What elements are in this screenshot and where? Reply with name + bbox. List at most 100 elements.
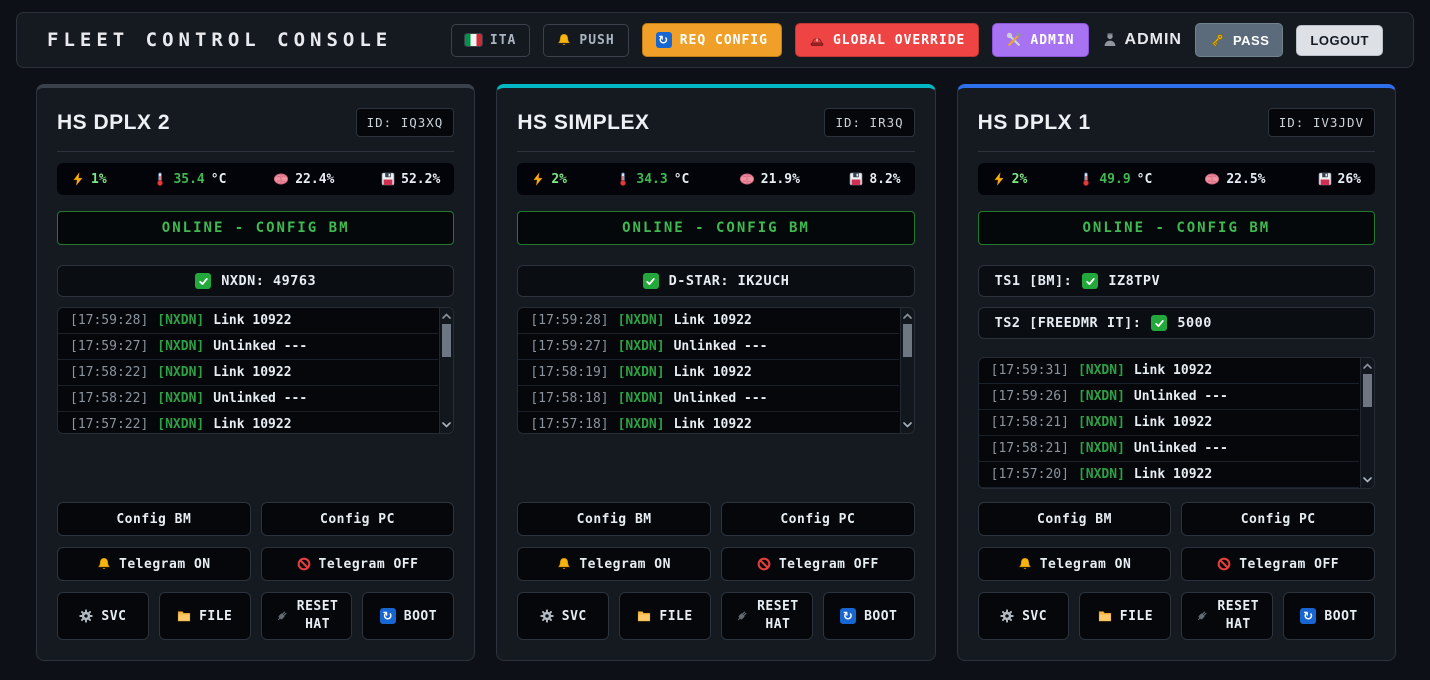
config-pc-label: Config PC [1241, 512, 1316, 527]
log-rows: [17:59:28][NXDN]Link 10922 [17:59:27] [NXD… [58, 308, 438, 434]
file-button[interactable]: FILE [1079, 592, 1171, 640]
reset-hat-button[interactable]: RESET HAT [721, 592, 813, 640]
log-msg: Link 10922 [1134, 467, 1212, 482]
log-tag: [NXDN] [1078, 415, 1125, 430]
language-label: ITA [490, 33, 516, 48]
file-button[interactable]: FILE [159, 592, 251, 640]
log-msg: Unlinked --- [1134, 441, 1228, 456]
boot-button[interactable]: ↻ BOOT [823, 592, 915, 640]
log-tag: [NXDN] [1078, 441, 1125, 456]
config-bm-button[interactable]: Config BM [517, 502, 711, 536]
network-status-row: TS2 [FREEDMR IT]:5000 [978, 307, 1375, 339]
config-pc-label: Config PC [780, 512, 855, 527]
log-scrollbar[interactable] [900, 308, 914, 433]
temperature-unit: °C [674, 172, 690, 187]
log-entry: [17:58:19][NXDN]Link 10922 [518, 360, 898, 386]
config-pc-button[interactable]: Config PC [261, 502, 455, 536]
global-override-label: GLOBAL OVERRIDE [833, 33, 965, 48]
config-bm-button[interactable]: Config BM [57, 502, 251, 536]
lightning-icon [71, 172, 85, 186]
scroll-up-arrow[interactable] [901, 309, 914, 323]
network-value: IZ8TPV [1108, 273, 1160, 289]
telegram-off-button[interactable]: Telegram OFF [1181, 547, 1375, 581]
push-button[interactable]: PUSH [543, 24, 628, 57]
disk-stat: 8.2% [849, 172, 900, 187]
scrollbar-thumb[interactable] [903, 324, 912, 357]
logout-button[interactable]: LOGOUT [1296, 25, 1383, 56]
log-time: [17:58:21] [991, 415, 1069, 430]
telegram-on-button[interactable]: Telegram ON [978, 547, 1172, 581]
folder-icon [637, 609, 651, 623]
telegram-off-button[interactable]: Telegram OFF [261, 547, 455, 581]
log-entry: [17:58:21] [NXDN] Unlinked --- [979, 436, 1359, 462]
admin-badge[interactable]: ADMIN [992, 23, 1088, 57]
reset-hat-button[interactable]: RESET HAT [1181, 592, 1273, 640]
reset-hat-label: RESET HAT [297, 598, 339, 633]
scrollbar-thumb[interactable] [1363, 374, 1372, 407]
language-button[interactable]: ITA [451, 24, 530, 57]
disk-value: 26% [1338, 172, 1361, 187]
telegram-off-button[interactable]: Telegram OFF [721, 547, 915, 581]
status-banner: ONLINE - CONFIG BM [978, 211, 1375, 245]
reset-hat-button[interactable]: RESET HAT [261, 592, 353, 640]
temperature-value: 49.9 [1099, 172, 1130, 187]
scroll-up-arrow[interactable] [440, 309, 453, 323]
boot-button[interactable]: ↻ BOOT [362, 592, 454, 640]
scroll-down-arrow[interactable] [901, 418, 914, 432]
scrollbar-thumb[interactable] [442, 324, 451, 357]
log-time: [17:58:21] [991, 441, 1069, 456]
device-card: HS DPLX 1 ID: IV3JDV 2% 49.9°C 22.5% 26%… [957, 84, 1396, 661]
svc-button[interactable]: SVC [978, 592, 1070, 640]
log-entry: [17:58:21][NXDN]Link 10922 [979, 410, 1359, 436]
network-rows: D-STAR: IK2UCH [517, 265, 914, 297]
telegram-on-button[interactable]: Telegram ON [517, 547, 711, 581]
log-entry: [17:59:27][NXDN]Unlinked --- [518, 334, 898, 360]
log-msg: Link 10922 [1134, 363, 1212, 378]
svc-button[interactable]: SVC [57, 592, 149, 640]
log-tag: [NXDN] [157, 365, 204, 380]
scroll-down-arrow[interactable] [1361, 473, 1374, 487]
status-banner: ONLINE - CONFIG BM [517, 211, 914, 245]
battery-stat: 2% [992, 172, 1028, 187]
log-scrollbar[interactable] [439, 308, 453, 433]
battery-value: 2% [551, 172, 567, 187]
log-entry: [17:57:20][NXDN]Link 10922 [979, 462, 1359, 488]
telegram-on-label: Telegram ON [579, 557, 671, 572]
log-time: [17:59:28] [70, 313, 148, 328]
admin-badge-label: ADMIN [1030, 33, 1074, 48]
log-time: [17:57:22] [70, 417, 148, 432]
log-entry: [17:57:18][NXDN]Link 10922 [518, 412, 898, 434]
scroll-down-arrow[interactable] [440, 418, 453, 432]
config-pc-button[interactable]: Config PC [1181, 502, 1375, 536]
svc-label: SVC [1022, 609, 1047, 624]
siren-icon [809, 32, 825, 48]
log-msg: Link 10922 [674, 417, 752, 432]
boot-button[interactable]: ↻ BOOT [1283, 592, 1375, 640]
network-status-row: NXDN: 49763 [57, 265, 454, 297]
config-bm-button[interactable]: Config BM [978, 502, 1172, 536]
telegram-on-button[interactable]: Telegram ON [57, 547, 251, 581]
brain-icon [739, 171, 755, 187]
global-override-button[interactable]: GLOBAL OVERRIDE [795, 23, 979, 57]
reset-hat-label: RESET HAT [1217, 598, 1259, 633]
scroll-up-arrow[interactable] [1361, 359, 1374, 373]
log-entry: [17:59:28][NXDN]Link 10922 [58, 308, 438, 334]
file-button[interactable]: FILE [619, 592, 711, 640]
config-pc-button[interactable]: Config PC [721, 502, 915, 536]
cpu-stat: 21.9% [739, 171, 800, 187]
log-msg: Link 10922 [213, 365, 291, 380]
log-time: [17:59:27] [70, 339, 148, 354]
logout-label: LOGOUT [1310, 33, 1369, 48]
log-scrollbar[interactable] [1360, 358, 1374, 488]
divider [57, 151, 454, 152]
stats-bar: 1% 35.4°C 22.4% 52.2% [57, 163, 454, 195]
gear-icon [79, 609, 93, 623]
svc-button[interactable]: SVC [517, 592, 609, 640]
disk-stat: 26% [1318, 172, 1361, 187]
bell-icon [1018, 557, 1032, 571]
config-bm-label: Config BM [1037, 512, 1112, 527]
temperature-stat: 35.4°C [153, 172, 226, 187]
pass-button[interactable]: PASS [1195, 23, 1283, 57]
req-config-button[interactable]: ↻ REQ CONFIG [642, 23, 782, 57]
boot-label: BOOT [864, 609, 897, 624]
